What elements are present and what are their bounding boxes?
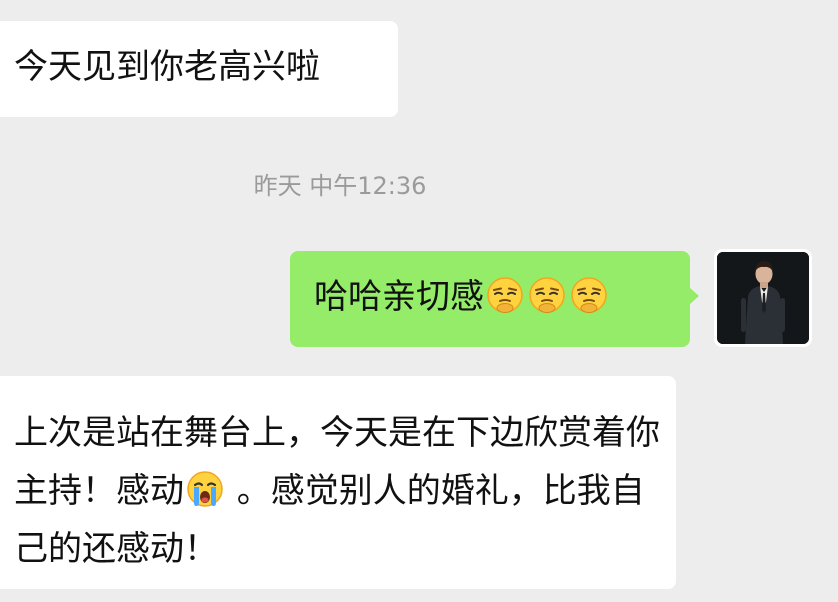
- bubble-tail: [689, 287, 699, 305]
- smirk-emoji: [527, 275, 567, 315]
- user-avatar-photo: [717, 252, 809, 344]
- smirk-emoji: [569, 275, 609, 315]
- timestamp: 昨天 中午12:36: [253, 172, 427, 200]
- incoming-message-bubble[interactable]: 上次是站在舞台上，今天是在下边欣赏着你主持！感动 。感觉别人的婚礼，比我自己的还…: [0, 376, 676, 589]
- outgoing-message-bubble[interactable]: 哈哈亲切感: [290, 251, 699, 347]
- message-text: 哈哈亲切感: [314, 277, 484, 317]
- message-text: 今天见到你老高兴啦: [14, 47, 320, 87]
- crying-emoji: [185, 469, 225, 509]
- incoming-message-bubble[interactable]: 今天见到你老高兴啦: [0, 21, 398, 117]
- smirk-emoji: [485, 275, 525, 315]
- user-avatar[interactable]: [714, 249, 812, 347]
